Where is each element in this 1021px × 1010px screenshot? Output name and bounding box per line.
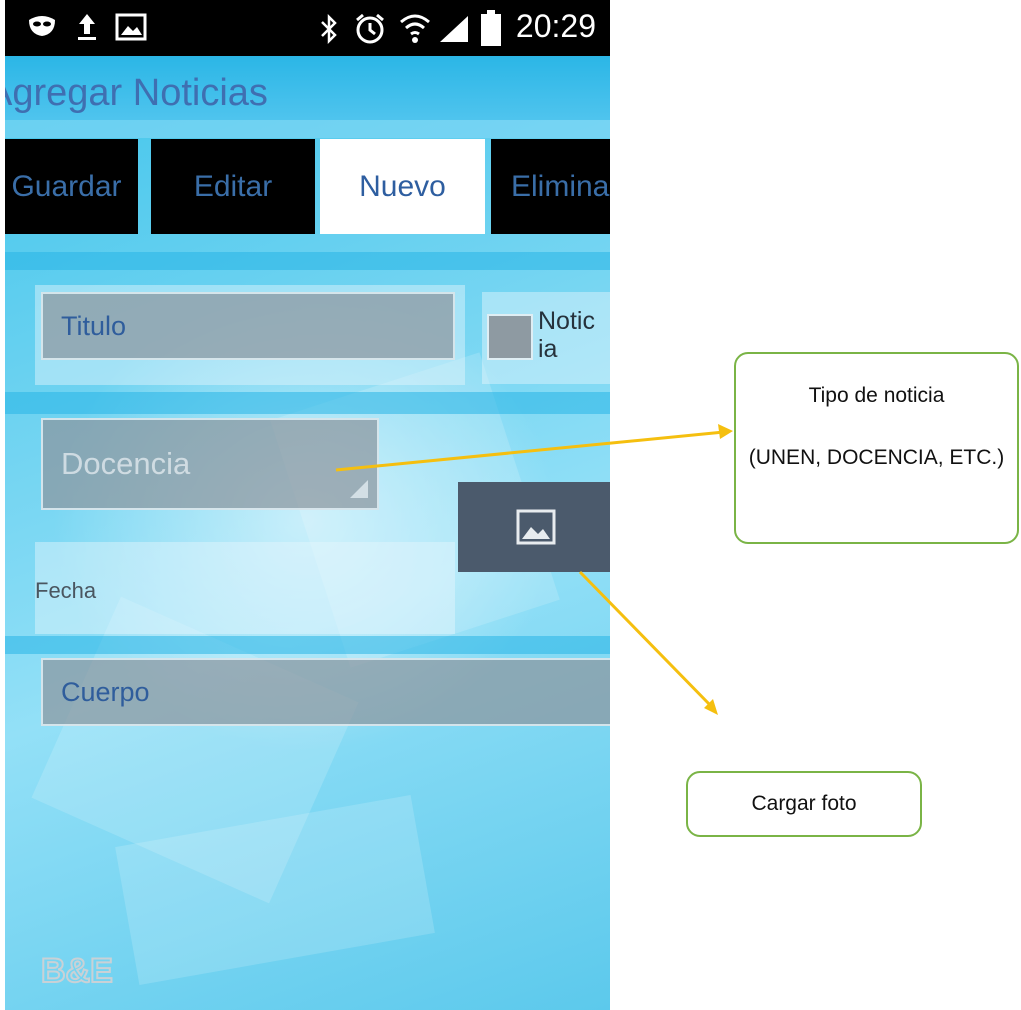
annotation-arrows [335, 424, 733, 715]
arrow-line [578, 570, 714, 709]
arrow-line [335, 430, 725, 472]
arrow-head-icon [718, 424, 733, 439]
